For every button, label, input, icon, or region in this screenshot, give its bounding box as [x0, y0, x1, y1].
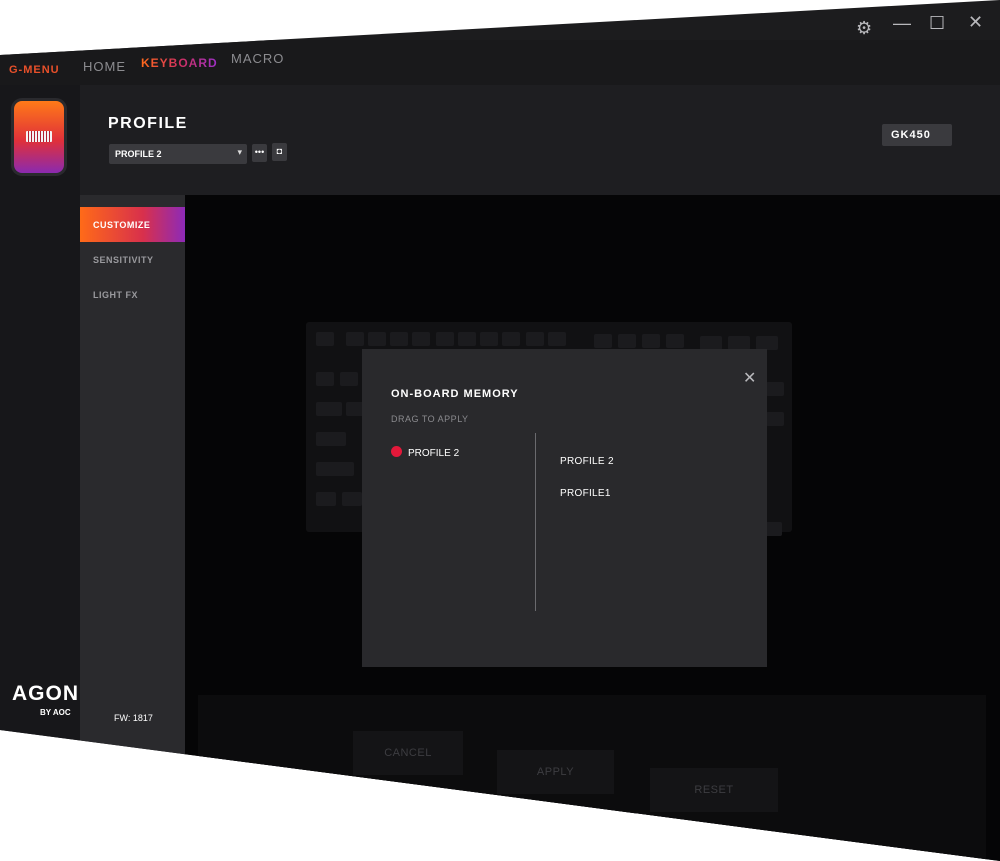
key	[458, 332, 476, 346]
key	[436, 332, 454, 346]
profile-dropdown[interactable]: PROFILE 2 ▾	[109, 144, 247, 164]
key	[368, 332, 386, 346]
apply-button[interactable]: APPLY	[497, 750, 614, 794]
key	[766, 412, 784, 426]
key	[594, 334, 612, 348]
chevron-down-icon: ▾	[237, 147, 242, 157]
key	[316, 492, 336, 506]
dialog-subtitle: DRAG TO APPLY	[391, 414, 469, 424]
key	[756, 336, 778, 350]
sidebar-item-label: LIGHT FX	[93, 290, 138, 300]
reset-button[interactable]: RESET	[650, 768, 778, 812]
minimize-icon[interactable]: —	[893, 14, 911, 32]
cancel-button[interactable]: CANCEL	[353, 731, 463, 775]
key	[342, 492, 362, 506]
sidebar-item-light-fx[interactable]: LIGHT FX	[80, 277, 185, 312]
key	[728, 336, 750, 350]
agon-logo: AGON	[12, 682, 79, 705]
key	[766, 382, 784, 396]
device-model-badge: GK450	[882, 124, 952, 146]
app-window: G-MENU HOME KEYBOARD MACRO ⚙ — ☐ ✕ AGON …	[0, 0, 1000, 861]
more-options-button[interactable]: •••	[252, 144, 267, 162]
key	[316, 432, 346, 446]
page-title: PROFILE	[108, 115, 188, 132]
key	[316, 372, 334, 386]
key	[548, 332, 566, 346]
memory-slot-profile[interactable]: PROFILE 2	[408, 448, 459, 459]
key	[642, 334, 660, 348]
dialog-divider	[535, 433, 536, 611]
close-icon[interactable]: ✕	[968, 13, 983, 31]
key	[390, 332, 408, 346]
firmware-version: FW: 1817	[114, 713, 153, 723]
dialog-title: ON-BOARD MEMORY	[391, 388, 519, 400]
key	[502, 332, 520, 346]
gear-icon[interactable]: ⚙	[856, 19, 872, 37]
draggable-profile-item[interactable]: PROFILE1	[560, 488, 611, 499]
key	[316, 462, 354, 476]
key	[526, 332, 544, 346]
sidebar-item-customize[interactable]: CUSTOMIZE	[80, 207, 185, 242]
sidebar-item-label: SENSITIVITY	[93, 255, 154, 265]
sidebar-item-label: CUSTOMIZE	[93, 220, 151, 230]
nav-macro[interactable]: MACRO	[231, 51, 284, 66]
key	[480, 332, 498, 346]
key	[340, 372, 358, 386]
close-icon[interactable]: ✕	[743, 371, 756, 387]
key	[666, 334, 684, 348]
key	[316, 332, 334, 346]
by-aoc-logo: BY AOC	[40, 708, 71, 717]
maximize-icon[interactable]: ☐	[929, 14, 945, 32]
key	[316, 402, 342, 416]
memory-slot-indicator	[391, 446, 402, 457]
brand-g-menu: G-MENU	[9, 64, 60, 76]
profile-header	[80, 85, 1000, 195]
key	[346, 332, 364, 346]
nav-home[interactable]: HOME	[83, 59, 126, 74]
sidebar-item-sensitivity[interactable]: SENSITIVITY	[80, 242, 185, 277]
draggable-profile-item[interactable]: PROFILE 2	[560, 456, 614, 467]
key	[618, 334, 636, 348]
keyboard-glyph-icon	[26, 131, 52, 142]
profile-dropdown-value: PROFILE 2	[115, 149, 162, 159]
nav-keyboard[interactable]: KEYBOARD	[141, 56, 218, 70]
key	[412, 332, 430, 346]
key	[700, 336, 722, 350]
left-rail	[0, 85, 80, 785]
onboard-memory-button[interactable]: ◘	[272, 143, 287, 161]
keyboard-device-icon	[14, 101, 64, 173]
